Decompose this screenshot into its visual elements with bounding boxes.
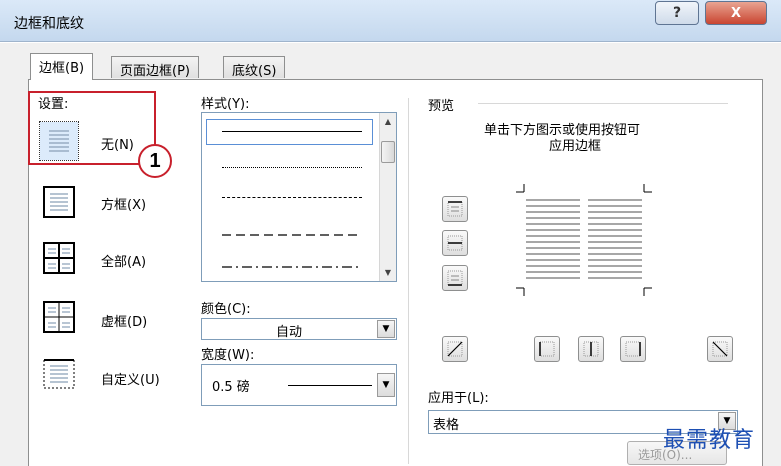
preview-document[interactable] [510, 180, 660, 300]
left-border-button[interactable] [534, 336, 560, 362]
top-border-button[interactable] [442, 196, 468, 222]
style-label: 样式(Y): [201, 97, 250, 112]
border-left-icon [539, 341, 555, 357]
line-style-solid[interactable] [222, 131, 362, 132]
scroll-down-icon[interactable]: ▼ [380, 264, 396, 281]
help-button[interactable]: ? [655, 1, 699, 25]
width-select[interactable]: 0.5 磅 ▼ [201, 364, 397, 406]
preview-hint-line2: 应用边框 [549, 139, 602, 154]
setting-all-label[interactable]: 全部(A) [101, 251, 146, 270]
border-bottom-icon [447, 270, 463, 286]
scroll-up-icon[interactable]: ▲ [380, 113, 396, 130]
line-style-dash-dot[interactable] [222, 259, 362, 274]
border-top-icon [447, 201, 463, 217]
width-label: 宽度(W): [201, 348, 255, 363]
tab-borders[interactable]: 边框(B) [30, 53, 94, 80]
border-inside-vertical-icon [583, 341, 599, 357]
width-line-sample [288, 385, 372, 386]
bottom-border-button[interactable] [442, 265, 468, 291]
scroll-thumb[interactable] [381, 141, 395, 163]
setting-box-label[interactable]: 方框(X) [101, 194, 146, 213]
border-grid-icon[interactable] [40, 298, 78, 336]
color-select[interactable]: 自动 ▼ [201, 318, 397, 340]
close-button[interactable]: X [705, 1, 767, 25]
color-label: 颜色(C): [201, 302, 251, 317]
diagonal-up-border-button[interactable] [442, 336, 468, 362]
diagonal-down-border-button[interactable] [707, 336, 733, 362]
color-value: 自动 [276, 325, 303, 340]
border-all-icon[interactable] [40, 239, 78, 277]
title-bar: 边框和底纹 ? X [0, 0, 781, 42]
help-icon: ? [672, 5, 682, 21]
line-style-list[interactable]: ▲ ▼ [201, 112, 397, 282]
line-style-selected[interactable] [206, 119, 373, 145]
preview-rule [478, 103, 728, 104]
callout-badge: 1 [138, 144, 172, 178]
apply-to-value: 表格 [433, 418, 460, 433]
inside-horizontal-border-button[interactable] [442, 230, 468, 256]
apply-to-label: 应用于(L): [428, 391, 489, 406]
right-border-button[interactable] [620, 336, 646, 362]
chevron-down-icon[interactable]: ▼ [377, 320, 395, 338]
line-style-dashed-fine[interactable] [222, 197, 362, 198]
dialog-title: 边框和底纹 [14, 16, 84, 32]
close-icon: X [730, 5, 742, 21]
border-diagonal-down-icon [712, 341, 728, 357]
setting-none-label[interactable]: 无(N) [101, 134, 134, 153]
line-style-scrollbar[interactable]: ▲ ▼ [379, 113, 396, 281]
setting-grid-label[interactable]: 虚框(D) [101, 311, 147, 330]
tab-page-border[interactable]: 页面边框(P) [111, 56, 199, 79]
tab-shading[interactable]: 底纹(S) [223, 56, 286, 79]
chevron-down-icon[interactable]: ▼ [377, 373, 395, 397]
border-custom-icon[interactable] [40, 355, 78, 393]
border-box-icon[interactable] [40, 183, 78, 221]
watermark: 最需教育 [663, 428, 756, 453]
line-style-dotted[interactable] [222, 167, 362, 168]
border-none-icon[interactable] [39, 121, 79, 161]
inside-vertical-border-button[interactable] [578, 336, 604, 362]
width-value: 0.5 磅 [212, 380, 250, 395]
border-inside-horizontal-icon [447, 235, 463, 251]
border-diagonal-up-icon [447, 341, 463, 357]
border-right-icon [625, 341, 641, 357]
setting-custom-label[interactable]: 自定义(U) [101, 369, 160, 388]
group-separator [408, 98, 409, 464]
preview-label: 预览 [428, 99, 455, 114]
